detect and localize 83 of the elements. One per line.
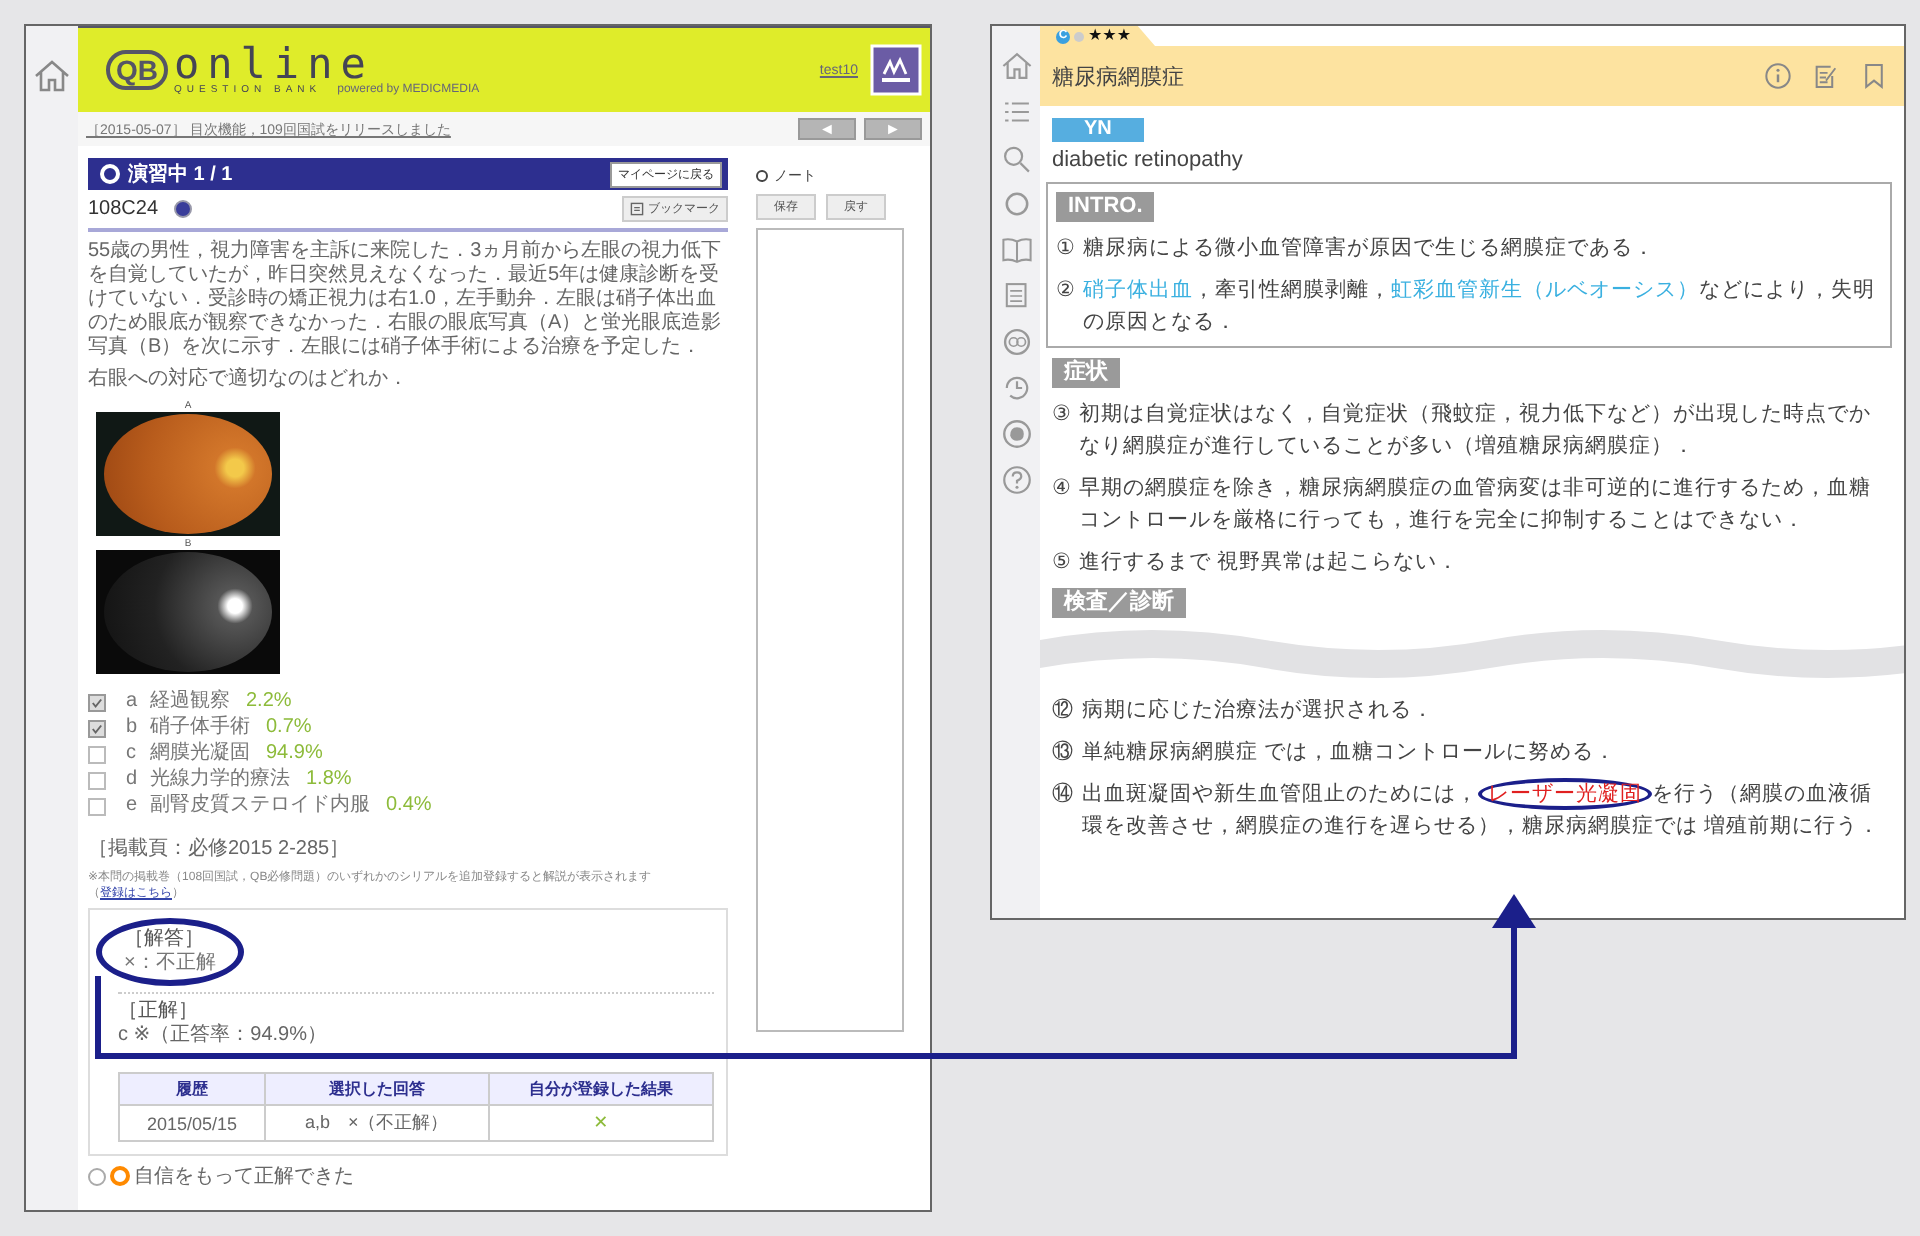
ring-icon [756, 170, 768, 182]
table-cell: ✕ [488, 1105, 713, 1141]
list-icon[interactable] [999, 96, 1033, 128]
source-reference: ［掲載頁：必修2015 2-285］ [88, 835, 352, 862]
table-cell: a,b ×（不正解） [264, 1105, 489, 1141]
correct-answer-text: c ※（正答率：94.9%） [118, 1024, 330, 1048]
item-number: ⑤ [1052, 548, 1071, 578]
option-checkbox[interactable] [88, 771, 106, 789]
item-number: ④ [1052, 474, 1071, 504]
option-letter: c [126, 742, 138, 766]
answer-rate: 94.9% [266, 742, 323, 766]
item-number: ⑬ [1052, 738, 1074, 768]
note-field[interactable] [756, 228, 904, 1032]
option-text: 副腎皮質ステロイド内服 [150, 794, 370, 818]
topic-title: 糖尿病網膜症 [1052, 63, 1184, 91]
item-number: ⑭ [1052, 780, 1074, 810]
option-checkbox[interactable] [88, 797, 106, 815]
bookmark-icon[interactable] [1860, 62, 1888, 90]
item-text: 病期に応じた治療法が選択される． [1082, 696, 1434, 726]
logo-mark: QB [106, 50, 168, 90]
item-text: 出血斑凝固や新生血管阻止のためには， レーザー光凝固 を行う（網膜の血液循環を改善させ，網膜症の進行を遅らせる），糖尿病網膜症では 増殖前期に行う． [1082, 778, 1882, 842]
option-letter: a [126, 690, 140, 714]
column-header: 自分が登録した結果 [488, 1073, 713, 1105]
ring-icon [100, 164, 120, 184]
option-letter: d [126, 768, 140, 792]
item-number: ⑫ [1052, 696, 1074, 726]
logo-circle-icon[interactable] [999, 326, 1033, 358]
category-tag: YN [1052, 118, 1144, 142]
option-checkbox[interactable] [88, 719, 106, 737]
question-prompt: 右眼への対応で適切なのはどれか． [88, 368, 410, 392]
practice-status: 演習中 1 / 1 [100, 160, 233, 188]
answer-rate: 1.8% [306, 768, 352, 792]
item-text: 初期は自覚症状はなく，自覚症状（飛蚊症，視力低下など）が出現した時点でかなり網膜症が進行していることが多い（増殖糖尿病網膜症）． [1078, 400, 1873, 462]
item-text: 糖尿病による微小血管障害が原因で生じる網膜症である． [1082, 234, 1655, 264]
option-letter: b [126, 716, 140, 740]
answer-rate: 2.2% [246, 690, 292, 714]
item-number: ② [1056, 276, 1075, 306]
english-term: diabetic retinopathy [1052, 148, 1243, 172]
publisher-logo-icon [870, 44, 922, 96]
option-text: 光線力学的療法 [150, 768, 290, 792]
home-icon[interactable] [32, 58, 72, 94]
question-text: 55歳の男性，視力障害を主訴に来院した．3ヵ月前から左眼の視力低下を自覚していたが，昨日突然見えなくなった．最近5年は健康診断を受けていない．受診時の矯正視力は右1.0，左手動弁．左眼は硝子体出血のため眼底が観察できなかった．右眼の眼底写真（A）と蛍光眼底造影写真（B）を次に示す．左眼には硝子体手術による治療を予定した． [88, 240, 724, 360]
section-heading: 検査／診断 [1052, 588, 1186, 618]
correct-answer-heading: ［正解］ [118, 1000, 200, 1024]
star-icon: ★ [1088, 28, 1103, 44]
hand-circle-icon[interactable] [999, 418, 1033, 450]
star-icon: ★ [1116, 28, 1132, 44]
answer-heading: ［解答］ [124, 928, 206, 952]
info-icon[interactable] [1764, 62, 1792, 90]
confidence-radio[interactable] [88, 1167, 106, 1185]
star-icon: ★ [1102, 28, 1117, 44]
column-header: 履歴 [119, 1073, 265, 1105]
answer-rate: 0.4% [386, 794, 432, 818]
search-icon[interactable] [999, 142, 1033, 174]
item-text: 単純糖尿病網膜症 では，血糖コントロールに努める． [1082, 738, 1616, 768]
item-text: 進行するまで 視野異常は起こらない． [1078, 548, 1459, 578]
answer-result: ×：不正解 [124, 952, 216, 976]
section-heading: 症状 [1052, 358, 1120, 388]
section-heading: INTRO. [1056, 192, 1155, 222]
status-dot-icon [174, 200, 193, 218]
option-text: 硝子体手術 [150, 716, 250, 740]
confidence-label: 自信をもって正解できた [134, 1164, 354, 1190]
bookmark-icon [630, 202, 644, 216]
item-text: 早期の網膜症を除き，糖尿病網膜症の血管病変は非可逆的に進行するため，血糖コントロールを厳格に行っても，進行を完全に抑制することはできない． [1078, 474, 1873, 536]
book-icon[interactable] [999, 234, 1033, 266]
dot-icon [1074, 31, 1084, 41]
option-text: 経過観察 [150, 690, 230, 714]
option-letter: e [126, 794, 140, 818]
ring-icon [110, 1166, 130, 1186]
answer-rate: 0.7% [266, 716, 312, 740]
question-id: 108C24 [88, 198, 159, 220]
item-number: ③ [1052, 400, 1071, 430]
option-text: 網膜光凝固 [150, 742, 250, 766]
item-text: 硝子体出血，牽引性網膜剥離，虹彩血管新生（ルベオーシス）などにより，失明の原因となる． [1082, 276, 1877, 338]
home-icon[interactable] [999, 50, 1033, 82]
option-checkbox[interactable] [88, 693, 106, 711]
table-cell: 2015/05/15 [119, 1105, 265, 1141]
note-edit-icon[interactable] [1812, 62, 1840, 90]
option-checkbox[interactable] [88, 745, 106, 763]
help-icon[interactable] [999, 464, 1033, 496]
item-number: ① [1056, 234, 1075, 264]
column-header: 選択した回答 [264, 1073, 489, 1105]
logo-title: online [174, 44, 374, 84]
